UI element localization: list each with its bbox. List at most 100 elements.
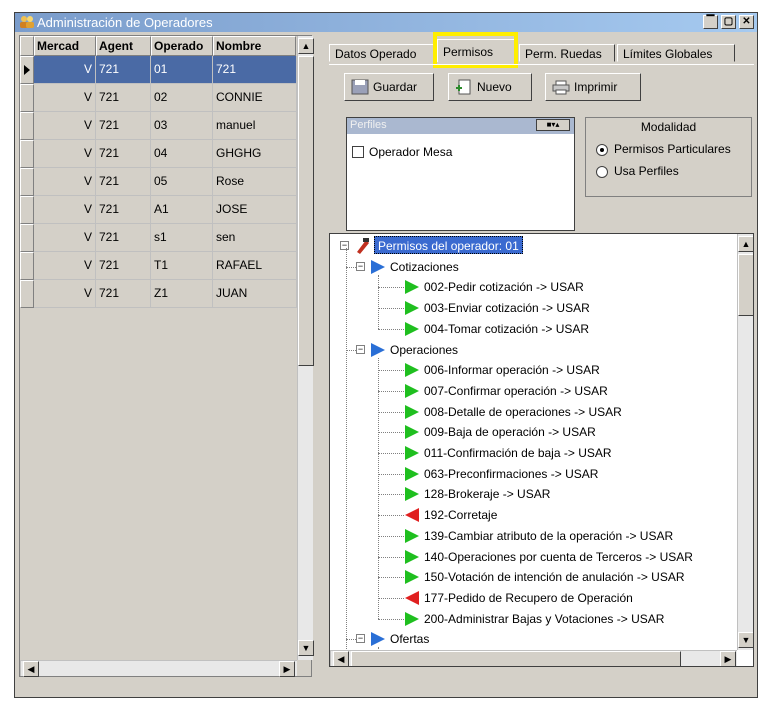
tree-item-label[interactable]: 007-Confirmar operación -> USAR	[424, 381, 608, 401]
tree-item-label[interactable]: 011-Confirmación de baja -> USAR	[424, 443, 612, 463]
tree-root-label[interactable]: Permisos del operador: 01	[374, 236, 523, 254]
grid-cell-nombre[interactable]: Rose	[213, 168, 297, 196]
scroll-left-arrow-icon[interactable]: ◀	[333, 651, 349, 666]
grid-cell-mercado[interactable]: V	[34, 168, 96, 196]
tree-horizontal-scrollbar[interactable]: ◀ ▶	[330, 650, 737, 666]
grid-cell-operador[interactable]: Z1	[151, 280, 213, 308]
tree-collapse-toggle[interactable]: −	[340, 241, 349, 250]
grid-cell-nombre[interactable]: CONNIE	[213, 84, 297, 112]
tree-group-label[interactable]: Operaciones	[390, 340, 458, 360]
row-indicator[interactable]	[20, 140, 34, 168]
scroll-thumb[interactable]	[298, 56, 314, 366]
scroll-thumb[interactable]	[351, 651, 681, 666]
tree-item-label[interactable]: 150-Votación de intención de anulación -…	[424, 567, 685, 587]
tree-item-label[interactable]: 006-Informar operación -> USAR	[424, 360, 600, 380]
scroll-thumb[interactable]	[738, 254, 753, 316]
grid-cell-nombre[interactable]: JUAN	[213, 280, 297, 308]
row-indicator[interactable]	[20, 280, 34, 308]
tree-item-label[interactable]: 139-Cambiar atributo de la operación -> …	[424, 526, 673, 546]
row-indicator[interactable]	[20, 252, 34, 280]
grid-cell-operador[interactable]: 03	[151, 112, 213, 140]
tree-item-label[interactable]: 128-Brokeraje -> USAR	[424, 484, 550, 504]
grid-cell-mercado[interactable]: V	[34, 280, 96, 308]
tree-item-label[interactable]: 008-Detalle de operaciones -> USAR	[424, 402, 622, 422]
scroll-down-arrow-icon[interactable]: ▼	[738, 632, 753, 648]
tab-perm-ruedas[interactable]: Perm. Ruedas	[519, 44, 615, 62]
grid-cell-mercado[interactable]: V	[34, 84, 96, 112]
tree-item-label[interactable]: 200-Administrar Bajas y Votaciones -> US…	[424, 609, 664, 629]
row-indicator[interactable]	[20, 196, 34, 224]
perfiles-controls-icon[interactable]: ■▾▴	[536, 119, 570, 131]
tab-datos-operador[interactable]: Datos Operado	[329, 44, 434, 62]
grid-cell-mercado[interactable]: V	[34, 140, 96, 168]
permisos-particulares-radio[interactable]	[596, 144, 608, 156]
close-button[interactable]: ✕	[739, 15, 754, 29]
row-indicator[interactable]	[20, 84, 34, 112]
tree-group-label[interactable]: Cotizaciones	[390, 257, 459, 277]
permissions-tree[interactable]: − Permisos del operador: 01− Cotizaciones 0…	[329, 233, 754, 667]
grid-cell-nombre[interactable]: GHGHG	[213, 140, 297, 168]
scroll-right-arrow-icon[interactable]: ▶	[720, 651, 736, 666]
grid-cell-mercado[interactable]: V	[34, 224, 96, 252]
grid-vertical-scrollbar[interactable]: ▲ ▼	[297, 36, 314, 660]
row-indicator[interactable]	[20, 56, 34, 84]
scroll-up-arrow-icon[interactable]: ▲	[738, 236, 753, 252]
tree-item-label[interactable]: 063-Preconfirmaciones -> USAR	[424, 464, 598, 484]
grid-cell-agente[interactable]: 721	[96, 56, 151, 84]
column-header[interactable]: Nombre	[213, 36, 296, 56]
grid-cell-agente[interactable]: 721	[96, 224, 151, 252]
tree-collapse-toggle[interactable]: −	[356, 261, 365, 271]
grid-cell-operador[interactable]: s1	[151, 224, 213, 252]
column-header[interactable]: Operado	[151, 36, 213, 56]
grid-cell-mercado[interactable]: V	[34, 252, 96, 280]
tree-collapse-toggle[interactable]: −	[356, 634, 365, 644]
tree-item-label[interactable]: 192-Corretaje	[424, 505, 497, 525]
grid-cell-operador[interactable]: T1	[151, 252, 213, 280]
grid-cell-mercado[interactable]: V	[34, 112, 96, 140]
row-indicator[interactable]	[20, 224, 34, 252]
grid-cell-operador[interactable]: 04	[151, 140, 213, 168]
grid-cell-agente[interactable]: 721	[96, 252, 151, 280]
column-header[interactable]: Agent	[96, 36, 151, 56]
scroll-left-arrow-icon[interactable]: ◀	[23, 661, 39, 677]
minimize-button[interactable]: ▔	[703, 15, 718, 29]
tree-item-label[interactable]: 003-Enviar cotización -> USAR	[424, 298, 590, 318]
usa-perfiles-radio[interactable]	[596, 166, 608, 178]
grid-cell-operador[interactable]: 02	[151, 84, 213, 112]
tree-item-label[interactable]: 177-Pedido de Recupero de Operación	[424, 588, 633, 608]
grid-cell-nombre[interactable]: 721	[213, 56, 297, 84]
grid-cell-agente[interactable]: 721	[96, 112, 151, 140]
row-indicator[interactable]	[20, 112, 34, 140]
grid-cell-nombre[interactable]: JOSE	[213, 196, 297, 224]
restore-button[interactable]: ▢	[721, 15, 736, 29]
new-button[interactable]: Nuevo	[448, 73, 532, 101]
grid-cell-nombre[interactable]: manuel	[213, 112, 297, 140]
grid-horizontal-scrollbar[interactable]: ◀ ▶	[20, 660, 297, 677]
tree-item-label[interactable]: 009-Baja de operación -> USAR	[424, 422, 596, 442]
operador-mesa-checkbox[interactable]	[352, 146, 364, 158]
grid-cell-agente[interactable]: 721	[96, 280, 151, 308]
save-button[interactable]: Guardar	[344, 73, 434, 101]
grid-cell-agente[interactable]: 721	[96, 196, 151, 224]
print-button[interactable]: Imprimir	[545, 73, 641, 101]
tree-item-label[interactable]: 002-Pedir cotización -> USAR	[424, 277, 584, 297]
row-indicator[interactable]	[20, 168, 34, 196]
column-header[interactable]: Mercad	[34, 36, 96, 56]
grid-cell-mercado[interactable]: V	[34, 196, 96, 224]
tab-limites-globales[interactable]: Límites Globales	[617, 44, 735, 62]
tree-item-label[interactable]: 140-Operaciones por cuenta de Terceros -…	[424, 547, 693, 567]
tree-collapse-toggle[interactable]: −	[356, 344, 365, 354]
grid-cell-nombre[interactable]: sen	[213, 224, 297, 252]
scroll-down-arrow-icon[interactable]: ▼	[298, 640, 314, 656]
grid-cell-agente[interactable]: 721	[96, 168, 151, 196]
grid-cell-operador[interactable]: 05	[151, 168, 213, 196]
grid-cell-operador[interactable]: 01	[151, 56, 213, 84]
grid-cell-mercado[interactable]: V	[34, 56, 96, 84]
grid-cell-agente[interactable]: 721	[96, 140, 151, 168]
grid-cell-operador[interactable]: A1	[151, 196, 213, 224]
tree-item-label[interactable]: 004-Tomar cotización -> USAR	[424, 319, 589, 339]
tree-vertical-scrollbar[interactable]: ▲ ▼	[737, 234, 753, 650]
scroll-right-arrow-icon[interactable]: ▶	[279, 661, 295, 677]
perfiles-list[interactable]: Perfiles ■▾▴ Operador Mesa	[346, 117, 575, 231]
tree-group-label[interactable]: Ofertas	[390, 629, 429, 649]
